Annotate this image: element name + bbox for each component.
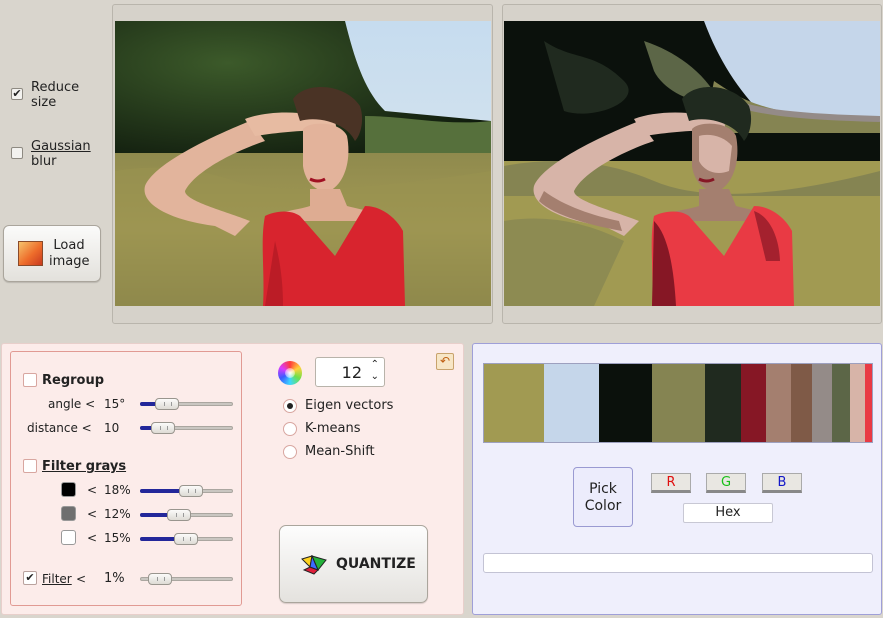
angle-slider[interactable] [140, 398, 233, 410]
palette-color-12[interactable] [864, 364, 873, 442]
gray-threshold-slider[interactable] [140, 509, 233, 521]
load-image-button[interactable]: Load image [3, 225, 101, 282]
reduce-size-label: Reduce size [31, 80, 80, 110]
gaussian-blur-label: Gaussian blur [31, 139, 91, 169]
quantize-label: QUANTIZE [336, 556, 416, 572]
color-wheel-icon [278, 361, 302, 385]
white-threshold-value: 15% [104, 531, 131, 545]
black-threshold-op: < [87, 483, 98, 497]
gray-swatch[interactable] [61, 506, 76, 521]
spin-up-icon[interactable]: ⌃ [371, 359, 379, 371]
filter-label: Filter [42, 572, 72, 586]
reduce-size-checkbox[interactable]: ✔ [11, 88, 23, 100]
gaussian-blur-checkbox[interactable] [11, 147, 23, 159]
distance-slider-handle[interactable] [151, 422, 175, 434]
filter-settings-group [10, 351, 242, 606]
white-swatch[interactable] [61, 530, 76, 545]
distance-slider[interactable] [140, 422, 233, 434]
color-count-value: 12 [341, 363, 362, 382]
white-threshold-slider[interactable] [140, 533, 233, 545]
color-count-spinner[interactable]: 12 ⌃ ⌄ [315, 357, 385, 387]
angle-value: 15° [104, 397, 126, 411]
distance-value: 10 [104, 421, 120, 435]
black-threshold-slider[interactable] [140, 485, 233, 497]
palette-color-9[interactable] [811, 364, 832, 442]
palette-color-5[interactable] [705, 364, 742, 442]
palette-color-10[interactable] [831, 364, 850, 442]
method-meanshift-label: Mean-Shift [305, 444, 375, 459]
method-eigen-label: Eigen vectors [305, 398, 394, 413]
quantized-image [504, 21, 880, 306]
filter-checkbox[interactable]: ✔ [23, 571, 37, 585]
pick-color-button[interactable]: Pick Color [573, 467, 633, 527]
reset-icon[interactable]: ↶ [436, 353, 454, 370]
gray-threshold-op: < [87, 507, 98, 521]
quantize-icon [301, 555, 327, 575]
white-threshold-op: < [87, 531, 98, 545]
filter-grays-checkbox[interactable] [23, 459, 37, 473]
filter-op: < [76, 572, 87, 586]
palette-color-1[interactable] [484, 364, 545, 442]
palette-color-11[interactable] [849, 364, 865, 442]
filter-slider[interactable] [140, 573, 233, 585]
palette-color-8[interactable] [790, 364, 812, 442]
palette-color-6[interactable] [741, 364, 767, 442]
black-threshold-value: 18% [104, 483, 131, 497]
palette-color-2[interactable] [544, 364, 599, 442]
filter-grays-label: Filter grays [42, 459, 127, 474]
method-kmeans-radio[interactable] [283, 422, 297, 436]
method-meanshift-radio[interactable] [283, 445, 297, 459]
angle-label: angle < [48, 397, 96, 411]
regroup-label: Regroup [42, 373, 105, 388]
blue-channel-button[interactable]: B [762, 473, 802, 493]
color-palette[interactable] [483, 363, 873, 443]
method-eigen-radio[interactable] [283, 399, 297, 413]
gray-threshold-value: 12% [104, 507, 131, 521]
regroup-checkbox[interactable] [23, 373, 37, 387]
method-kmeans-label: K-means [305, 421, 361, 436]
red-channel-button[interactable]: R [651, 473, 691, 493]
original-image [115, 21, 491, 306]
angle-slider-handle[interactable] [155, 398, 179, 410]
palette-color-7[interactable] [766, 364, 791, 442]
black-swatch[interactable] [61, 482, 76, 497]
quantize-button[interactable]: QUANTIZE [279, 525, 428, 603]
palette-color-3[interactable] [598, 364, 652, 442]
distance-label: distance < [27, 421, 92, 435]
image-icon [18, 241, 43, 266]
progress-bar [483, 553, 873, 573]
palette-color-4[interactable] [651, 364, 706, 442]
green-channel-button[interactable]: G [706, 473, 746, 493]
filter-value: 1% [104, 571, 125, 586]
spin-down-icon[interactable]: ⌄ [371, 371, 379, 383]
hex-field[interactable]: Hex [683, 503, 773, 523]
